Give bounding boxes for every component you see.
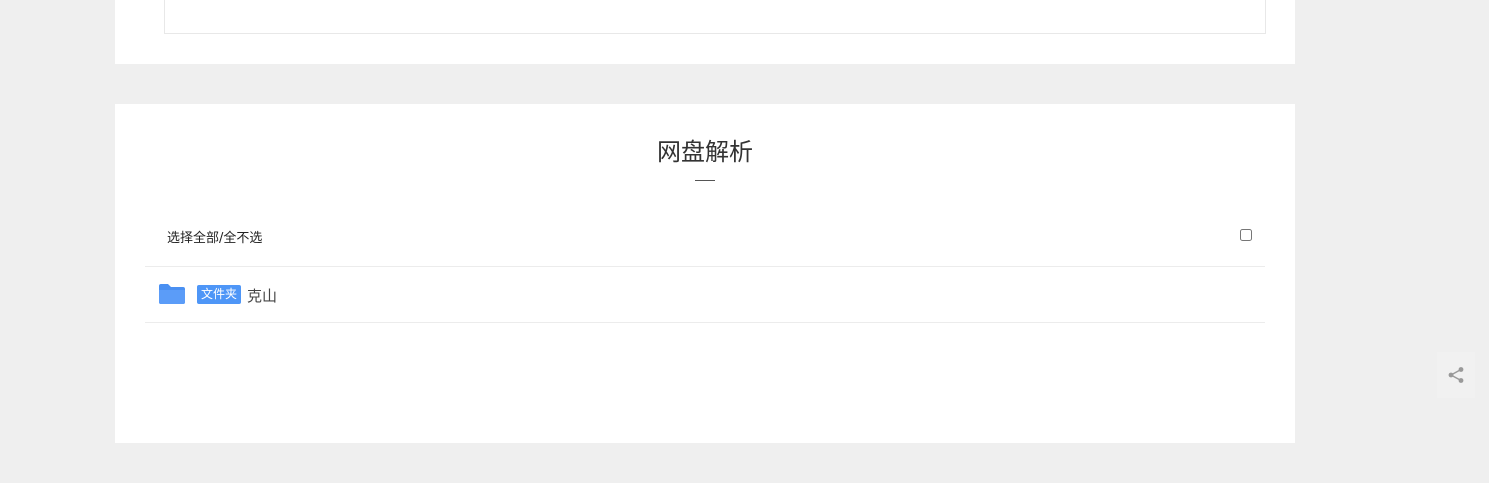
item-name[interactable]: 克山 [247,285,277,307]
select-all-label: 选择全部/全不选 [167,231,263,246]
select-all-checkbox[interactable] [1240,229,1252,241]
file-list: 选择全部/全不选 文件夹 克山 [145,214,1265,323]
list-item[interactable]: 文件夹 克山 [145,267,1265,323]
share-icon [1448,367,1464,383]
select-all-row: 选择全部/全不选 [145,214,1265,267]
title-underline [695,180,715,181]
folder-icon [159,284,185,304]
share-button[interactable] [1437,352,1475,398]
netdisk-parse-card: 网盘解析 选择全部/全不选 文件夹 克山 [115,104,1295,443]
previous-section-card [115,0,1295,64]
item-type-tag: 文件夹 [197,285,242,304]
previous-section-content-box [164,0,1266,34]
page: 网盘解析 选择全部/全不选 文件夹 克山 [0,0,1489,483]
section-title: 网盘解析 [657,138,753,166]
